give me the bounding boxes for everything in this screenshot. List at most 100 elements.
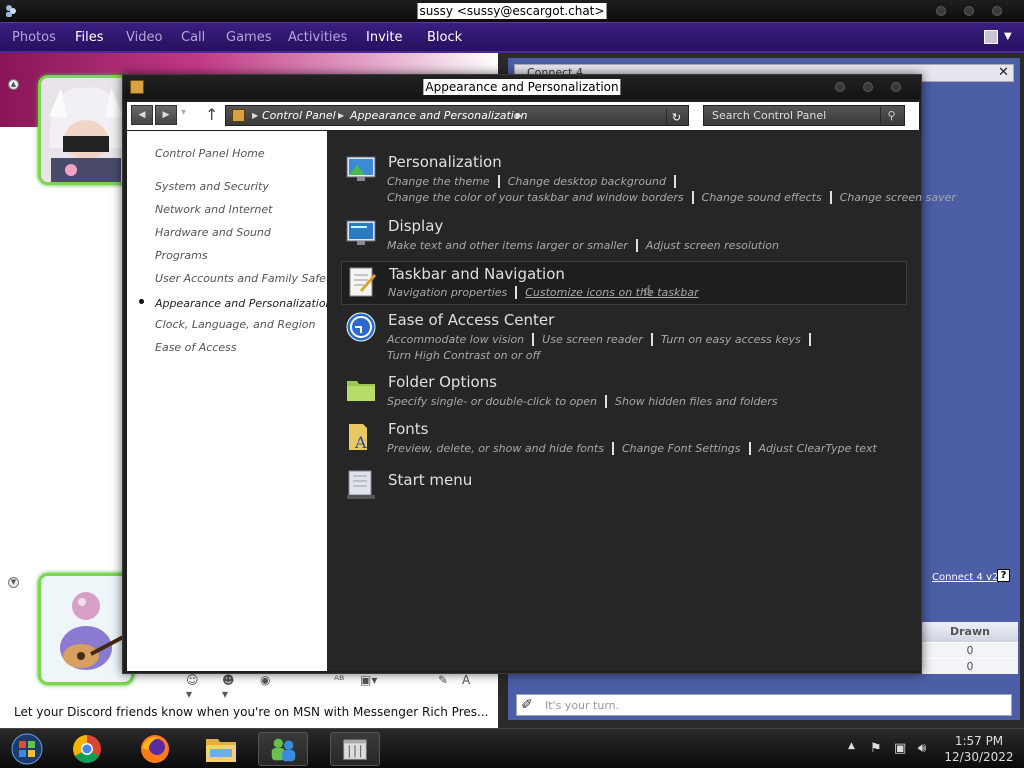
maximize-button[interactable] — [863, 82, 873, 92]
search-input[interactable]: Search Control Panel ⚲ — [703, 105, 905, 126]
link-screen-reader[interactable]: Use screen reader — [542, 333, 653, 346]
link-low-vision[interactable]: Accommodate low vision — [387, 333, 535, 346]
forward-button[interactable]: ▶ — [155, 105, 177, 125]
sidebar-item-clock-language[interactable]: Clock, Language, and Region — [155, 318, 316, 331]
maximize-button[interactable] — [964, 6, 974, 16]
chrome-icon[interactable] — [62, 732, 112, 766]
category-title[interactable]: Personalization — [388, 153, 502, 171]
help-icon[interactable]: ? — [997, 569, 1010, 582]
link-taskbar-color[interactable]: Change the color of your taskbar and win… — [387, 191, 694, 204]
link-single-double-click[interactable]: Specify single- or double-click to open — [387, 395, 608, 408]
close-icon[interactable]: ✕ — [998, 65, 1009, 80]
breadcrumb-appearance[interactable]: Appearance and Personalization — [350, 109, 528, 122]
category-title[interactable]: Ease of Access Center — [388, 311, 554, 329]
link-screen-saver[interactable]: Change screen saver — [840, 191, 964, 204]
category-title[interactable]: Start menu — [388, 471, 472, 489]
menu-games[interactable]: Games — [226, 30, 271, 45]
close-button[interactable] — [992, 6, 1002, 16]
taskbar-icon[interactable] — [346, 266, 378, 298]
network-icon[interactable]: ▣ — [894, 741, 906, 756]
menu-block[interactable]: Block — [427, 30, 462, 45]
link-navigation-properties[interactable]: Navigation properties — [388, 286, 518, 299]
menu-files[interactable]: Files — [75, 30, 104, 45]
handwriting-icon[interactable]: ✎ — [438, 673, 448, 687]
emoticon-icon[interactable]: ☺▾ — [186, 673, 199, 701]
sidebar-item-ease-of-access[interactable]: Ease of Access — [155, 341, 237, 354]
chevron-down-icon[interactable]: ▼ — [1004, 31, 1012, 42]
link-preview-fonts[interactable]: Preview, delete, or show and hide fonts — [387, 442, 614, 455]
category-title[interactable]: Display — [388, 217, 443, 235]
connect4-chat-input[interactable]: ✐ It's your turn. — [516, 694, 1012, 716]
collapse-down-icon[interactable]: ▼ — [8, 577, 19, 588]
options-menu-icon[interactable] — [984, 30, 998, 44]
category-title[interactable]: Folder Options — [388, 373, 497, 391]
user-avatar[interactable] — [38, 573, 134, 685]
link-text-size[interactable]: Make text and other items larger or smal… — [387, 239, 638, 252]
collapse-up-icon[interactable]: ▲ — [8, 79, 19, 90]
personalization-icon[interactable] — [345, 153, 377, 185]
taskbar: ▲ ⚑ ▣ 🔊︎ 1:57 PM 12/30/2022 — [0, 728, 1024, 768]
refresh-icon[interactable]: ↻ — [666, 109, 686, 126]
chevron-right-icon[interactable]: ▶ — [516, 111, 522, 120]
chevron-right-icon[interactable]: ▶ — [338, 111, 344, 120]
start-orb-icon[interactable] — [2, 732, 52, 766]
minimize-button[interactable] — [936, 6, 946, 16]
link-easy-access-keys[interactable]: Turn on easy access keys — [660, 333, 811, 346]
font-icon[interactable]: ᴬᴮ — [334, 673, 344, 687]
back-button[interactable]: ◀ — [131, 105, 153, 125]
link-desktop-background[interactable]: Change desktop background — [507, 175, 676, 188]
nudge-icon[interactable]: ◉ — [260, 673, 270, 687]
chevron-right-icon[interactable]: ▶ — [252, 111, 258, 120]
action-center-flag-icon[interactable]: ⚑ — [870, 741, 882, 756]
recent-pages-icon[interactable]: ▾ — [181, 107, 186, 118]
text-style-icon[interactable]: A — [462, 673, 470, 687]
start-menu-icon[interactable] — [345, 469, 377, 501]
sidebar-item-network[interactable]: Network and Internet — [155, 203, 273, 216]
category-title[interactable]: Fonts — [388, 420, 428, 438]
ease-of-access-icon[interactable] — [345, 311, 377, 343]
sidebar-control-panel-home[interactable]: Control Panel Home — [155, 147, 265, 160]
system-clock[interactable]: 1:57 PM 12/30/2022 — [938, 733, 1020, 765]
link-font-settings[interactable]: Change Font Settings — [621, 442, 751, 455]
sidebar-item-user-accounts[interactable]: User Accounts and Family Safety — [155, 272, 337, 285]
menu-photos[interactable]: Photos — [12, 30, 56, 45]
breadcrumb-control-panel[interactable]: Control Panel — [262, 109, 336, 122]
fonts-icon[interactable]: A — [345, 420, 377, 452]
show-hidden-icons-icon[interactable]: ▲ — [848, 741, 855, 751]
link-hidden-files[interactable]: Show hidden files and folders — [615, 395, 785, 408]
wink-icon[interactable]: ☻▾ — [222, 673, 235, 701]
menu-call[interactable]: Call — [181, 30, 205, 45]
menu-video[interactable]: Video — [126, 30, 162, 45]
category-personalization: Personalization Change the theme Change d… — [341, 153, 956, 207]
messenger-buddy-icon[interactable] — [3, 3, 19, 19]
category-title[interactable]: Taskbar and Navigation — [389, 265, 565, 283]
firefox-icon[interactable] — [130, 732, 180, 766]
file-explorer-icon[interactable] — [196, 732, 246, 766]
search-icon[interactable]: ⚲ — [880, 107, 902, 124]
up-arrow-icon[interactable]: ↑ — [205, 105, 218, 124]
link-sound-effects[interactable]: Change sound effects — [701, 191, 832, 204]
sidebar-item-programs[interactable]: Programs — [155, 249, 208, 262]
messenger-icon[interactable] — [258, 732, 308, 766]
display-icon[interactable] — [345, 217, 377, 249]
sidebar-item-hardware[interactable]: Hardware and Sound — [155, 226, 271, 239]
address-bar[interactable]: ▶ Control Panel ▶ Appearance and Persona… — [225, 105, 689, 126]
minimize-button[interactable] — [835, 82, 845, 92]
messenger-status-text[interactable]: Let your Discord friends know when you'r… — [14, 705, 488, 719]
messenger-menu-bar: Photos Files Video Call Games Activities… — [0, 22, 1024, 53]
background-icon[interactable]: ▣▾ — [360, 673, 377, 687]
contact-avatar[interactable] — [38, 75, 134, 185]
menu-invite[interactable]: Invite — [366, 30, 402, 45]
folder-icon[interactable] — [345, 373, 377, 405]
link-change-theme[interactable]: Change the theme — [387, 175, 500, 188]
control-panel-icon[interactable] — [330, 732, 380, 766]
link-cleartype[interactable]: Adjust ClearType text — [759, 442, 885, 455]
link-customize-taskbar-icons[interactable]: Customize icons on the taskbar — [525, 286, 706, 299]
volume-icon[interactable]: 🔊︎ — [918, 741, 926, 756]
close-button[interactable] — [891, 82, 901, 92]
link-high-contrast[interactable]: Turn High Contrast on or off — [387, 349, 548, 362]
link-screen-resolution[interactable]: Adjust screen resolution — [646, 239, 787, 252]
sidebar-item-system-security[interactable]: System and Security — [155, 180, 269, 193]
menu-activities[interactable]: Activities — [288, 30, 347, 45]
sidebar-item-appearance[interactable]: Appearance and Personalization — [155, 297, 333, 310]
